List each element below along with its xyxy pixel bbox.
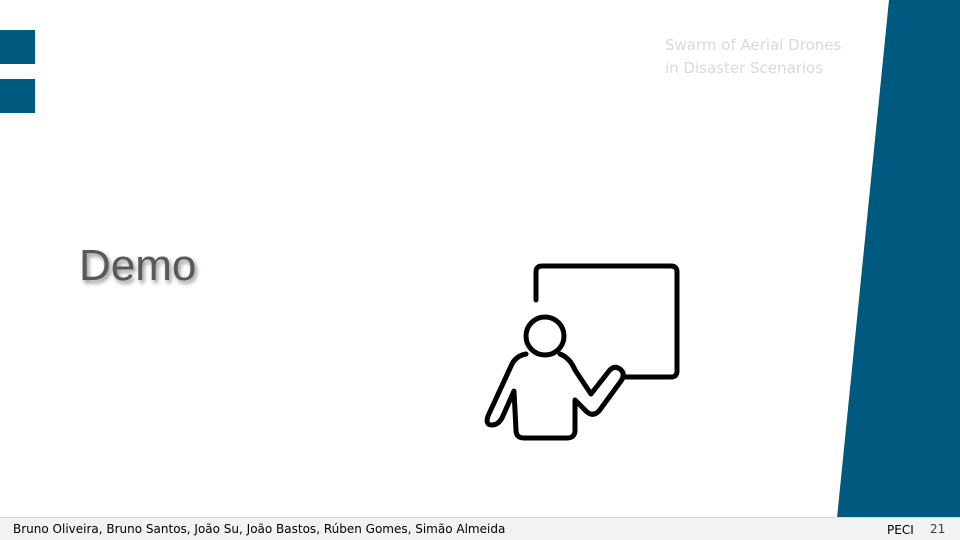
- decorative-square-bottom: [0, 79, 35, 113]
- presenter-whiteboard-icon: [484, 263, 680, 441]
- footer-authors: Bruno Oliveira, Bruno Santos, João Su, J…: [13, 522, 506, 536]
- footer-course-label: PECI: [887, 523, 914, 537]
- decorative-square-top: [0, 30, 35, 64]
- page-number: 21: [930, 522, 946, 536]
- slide: Swarm of Aerial Drones in Disaster Scena…: [0, 0, 960, 540]
- footer-bar: Bruno Oliveira, Bruno Santos, João Su, J…: [0, 517, 960, 540]
- presentation-subtitle: Swarm of Aerial Drones in Disaster Scena…: [665, 34, 865, 80]
- section-title: Demo: [79, 241, 197, 290]
- subtitle-line-2: in Disaster Scenarios: [665, 59, 824, 77]
- subtitle-line-1: Swarm of Aerial Drones: [665, 36, 842, 54]
